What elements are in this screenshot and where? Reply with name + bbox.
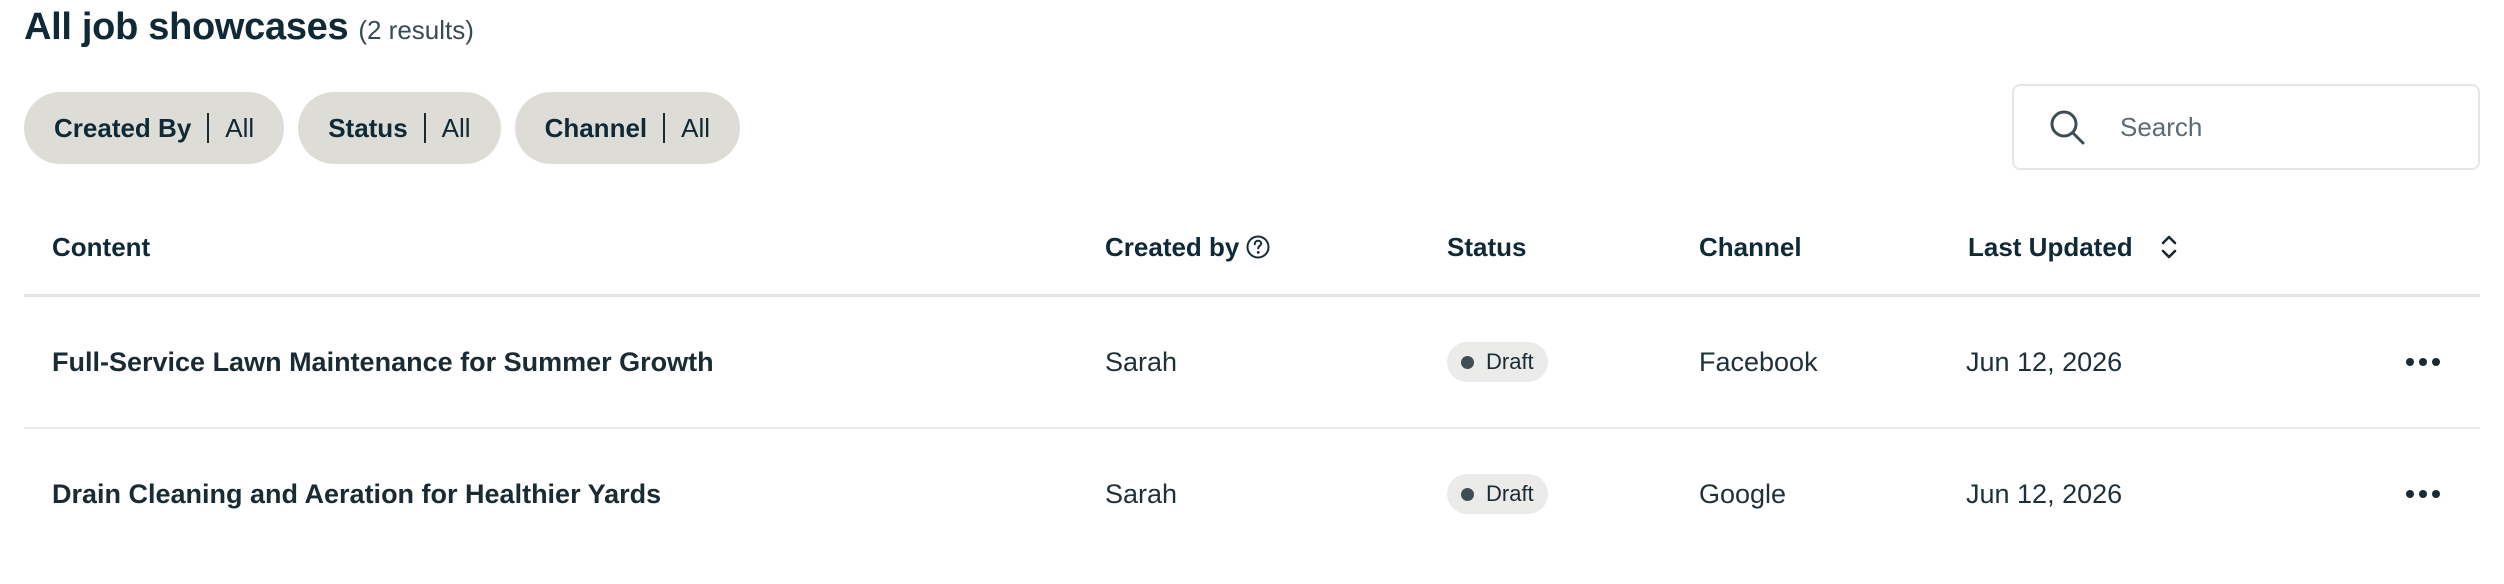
more-options-icon[interactable] [2396,348,2450,376]
row-content[interactable]: Full-Service Lawn Maintenance for Summer… [52,297,714,427]
status-dot-icon [1461,487,1474,501]
status-badge-label: Draft [1486,481,1534,506]
row-content[interactable]: Drain Cleaning and Aeration for Healthie… [52,429,661,559]
search-box[interactable] [2012,84,2480,170]
row-created-by: Sarah [1105,346,1178,377]
filter-label: Status [328,112,408,143]
search-input[interactable] [2118,110,2422,144]
column-header-content: Content [52,231,151,262]
status-badge: Draft [1447,474,1548,514]
table-row[interactable]: Drain Cleaning and Aeration for Healthie… [24,429,2480,559]
page-header: All job showcases (2 results) [24,6,474,49]
row-created-by: Sarah [1105,478,1178,509]
table-row[interactable]: Full-Service Lawn Maintenance for Summer… [24,297,2480,429]
filter-value: All [681,112,711,143]
filter-divider [423,113,426,143]
filter-label: Created By [54,112,192,143]
column-header-channel: Channel [1699,231,1802,262]
filter-value: All [441,112,471,143]
more-options-icon[interactable] [2396,480,2450,508]
filter-bar: Created By All Status All Channel All [24,92,741,164]
table-header: Content Created by Status Channel Last U… [24,200,2480,297]
help-icon[interactable] [1245,234,1271,260]
page-title: All job showcases [24,6,349,48]
status-badge-label: Draft [1486,349,1534,374]
row-channel: Facebook [1699,346,1818,377]
column-header-label: Last Updated [1968,231,2133,262]
row-status: Draft [1447,429,1548,559]
column-header-label: Created by [1105,231,1240,262]
filter-label: Channel [544,112,648,143]
filter-divider [207,113,210,143]
row-last-updated: Jun 12, 2026 [1966,346,2123,377]
status-badge: Draft [1447,342,1548,382]
row-actions [2396,429,2450,559]
filter-divider [663,113,666,143]
row-actions [2396,297,2450,427]
row-channel: Google [1699,478,1787,509]
filter-channel[interactable]: Channel All [514,92,741,164]
column-header-last-updated[interactable]: Last Updated [1968,200,2179,294]
column-header-created-by: Created by [1105,200,1271,294]
row-last-updated: Jun 12, 2026 [1966,478,2123,509]
search-icon [2050,110,2085,145]
result-count: (2 results) [358,15,474,45]
filter-created-by[interactable]: Created By All [24,92,285,164]
showcase-table: Content Created by Status Channel Last U… [24,200,2480,559]
filter-value: All [225,112,255,143]
row-status: Draft [1447,297,1548,427]
filter-status[interactable]: Status All [298,92,501,164]
status-dot-icon [1461,355,1474,369]
sort-icon[interactable] [2159,233,2179,261]
column-header-status: Status [1447,231,1527,262]
